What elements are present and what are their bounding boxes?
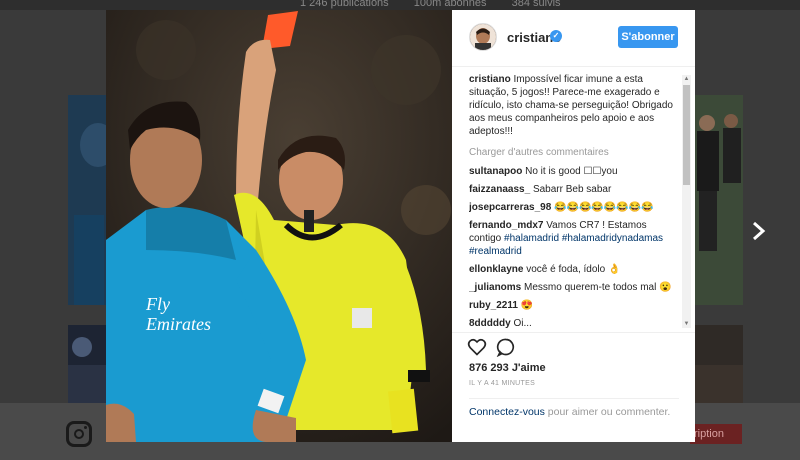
instagram-logo-icon [66, 421, 92, 447]
post-timestamp: IL Y A 41 MINUTES [469, 380, 536, 387]
comments-scrollbar[interactable]: ▲ ▼ [682, 75, 691, 328]
speech-bubble-icon[interactable] [496, 337, 516, 358]
comment-text: você é foda, ídolo 👌 [526, 264, 621, 275]
comment-text: Oi... [513, 318, 532, 328]
posts-count: 1 246 publications [300, 0, 389, 9]
comment-item: josepcarreras_98 😂😂😂😂😂😂😂😂 [469, 201, 679, 214]
likes-count[interactable]: 876 293 J'aime [469, 362, 546, 374]
comment-item: sultanapoo No it is good ☐☐you [469, 165, 679, 178]
comment-username[interactable]: josepcarreras_98 [469, 202, 551, 213]
login-link[interactable]: Connectez-vous [469, 406, 545, 418]
comment-item: _julianoms Messmo querem-te todos mal 😮 [469, 281, 679, 294]
post-photo: Fly Emirates [106, 10, 452, 442]
avatar[interactable] [469, 23, 497, 51]
comment-username[interactable]: fernando_mdx7 [469, 220, 543, 231]
comment-item: fernando_mdx7 Vamos CR7 ! Estamos contig… [469, 219, 679, 258]
post-caption: cristiano Impossível ficar imune a esta … [469, 73, 679, 138]
verified-badge-icon: ✓ [550, 30, 562, 42]
scrollbar-thumb[interactable] [683, 85, 690, 185]
scroll-up-arrow-icon[interactable]: ▲ [683, 75, 690, 83]
post-details-panel: cristiano ✓ S'abonner cristiano Impossív… [452, 10, 695, 442]
comment-username[interactable]: ellonklayne [469, 264, 523, 275]
chevron-right-icon[interactable] [748, 218, 770, 244]
comments-list[interactable]: cristiano Impossível ficar imune a esta … [469, 73, 679, 328]
svg-text:Fly: Fly [145, 294, 170, 314]
load-more-comments-link[interactable]: Charger d'autres commentaires [469, 146, 679, 159]
profile-stats: 1 246 publications 100m abonnés 384 suiv… [300, 0, 583, 9]
comment-text: Messmo querem-te todos mal 😮 [524, 282, 672, 293]
post-header: cristiano ✓ S'abonner [452, 10, 695, 67]
comment-username[interactable]: sultanapoo [469, 166, 522, 177]
background-thumbnail [695, 325, 743, 405]
login-prompt-text: pour aimer ou commenter. [544, 406, 671, 418]
comment-text: Sabarr Beb sabar [532, 184, 612, 195]
signup-button[interactable]: ription [690, 424, 742, 444]
comment-item: faizzanaass_ Sabarr Beb sabar [469, 183, 679, 196]
comment-item: ellonklayne você é foda, ídolo 👌 [469, 263, 679, 276]
scroll-down-arrow-icon[interactable]: ▼ [683, 320, 690, 328]
background-header: 1 246 publications 100m abonnés 384 suiv… [0, 0, 800, 10]
comment-text: 😂😂😂😂😂😂😂😂 [554, 202, 654, 213]
following-count: 384 suivis [511, 0, 561, 9]
followers-count: 100m abonnés [413, 0, 487, 9]
heart-icon[interactable] [467, 337, 487, 357]
comment-username[interactable]: faizzanaass_ [469, 184, 530, 195]
comment-text: 😍 [520, 300, 534, 311]
follow-button[interactable]: S'abonner [618, 26, 678, 48]
post-modal: Fly Emirates cristiano ✓ S'abonner crist… [106, 10, 695, 442]
comment-username[interactable]: 8dddddy [469, 318, 511, 328]
comment-username[interactable]: ruby_2211 [469, 300, 518, 311]
comment-item: 8dddddy Oi... [469, 317, 679, 328]
svg-text:Emirates: Emirates [145, 314, 211, 334]
login-divider [469, 398, 679, 399]
comment-item: ruby_2211 😍 [469, 299, 679, 312]
background-thumbnail [68, 325, 106, 405]
background-thumbnail [68, 95, 106, 305]
caption-username[interactable]: cristiano [469, 74, 511, 85]
comment-text: No it is good ☐☐you [525, 166, 618, 177]
comment-username[interactable]: _julianoms [469, 282, 521, 293]
login-prompt: Connectez-vous pour aimer ou commenter. [469, 406, 679, 419]
actions-divider [452, 332, 695, 334]
background-thumbnail [695, 95, 743, 305]
